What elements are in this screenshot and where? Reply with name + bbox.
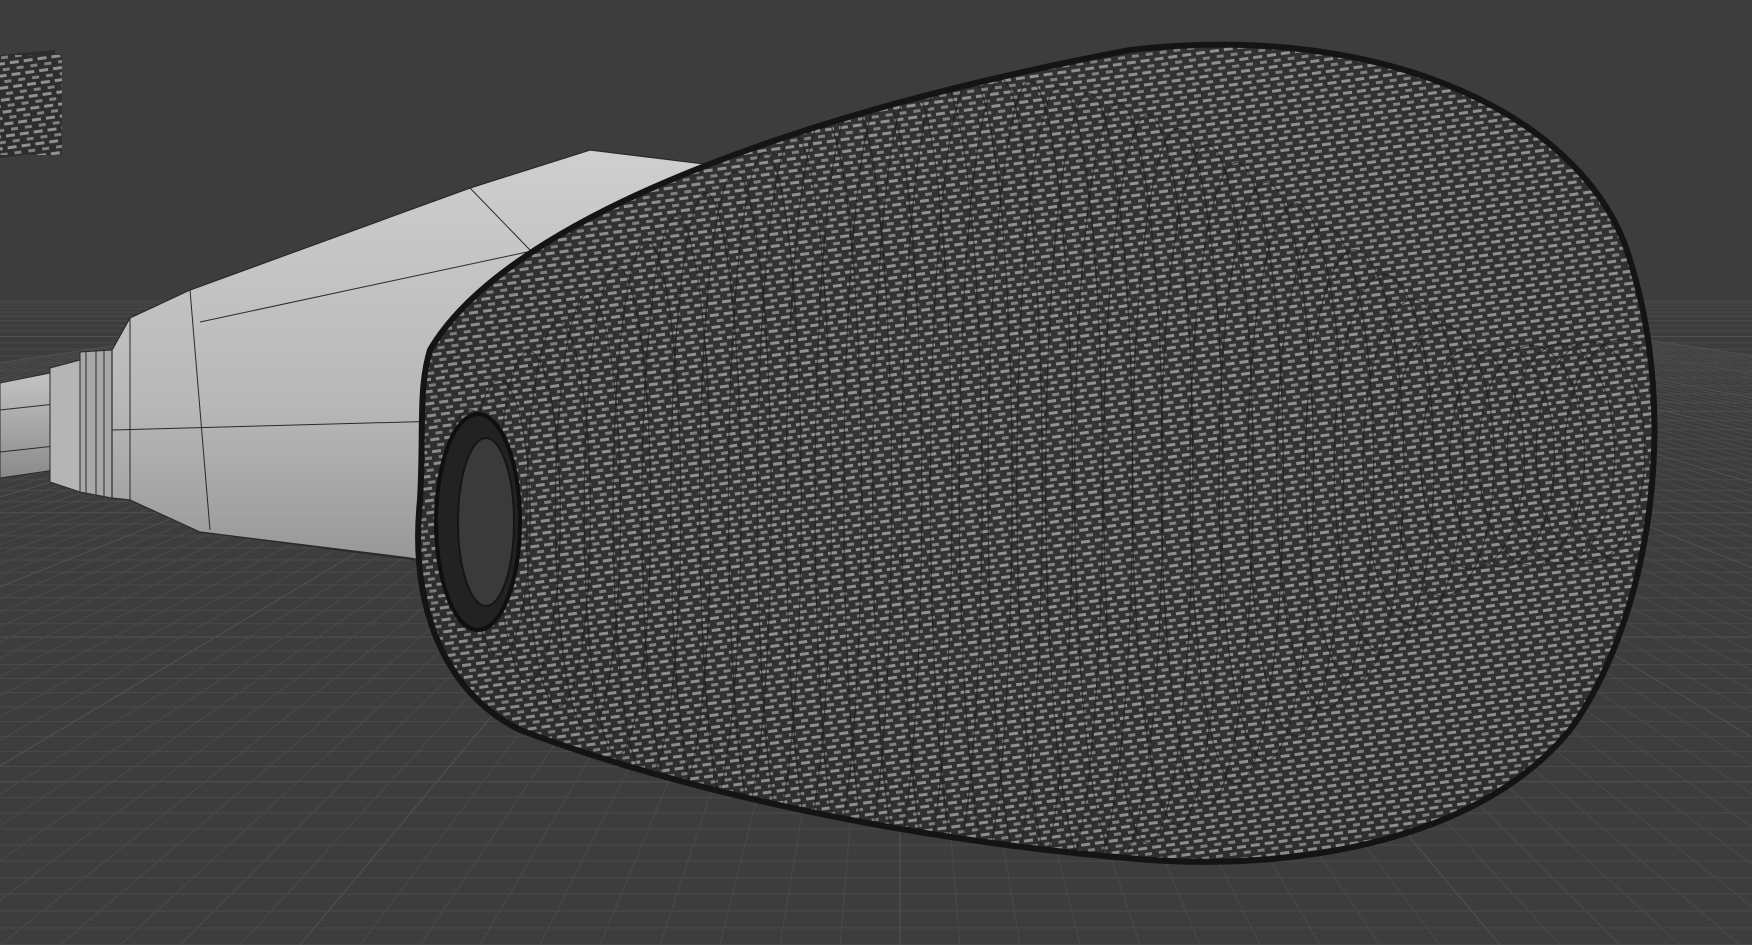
viewport-canvas[interactable] [0, 0, 1752, 945]
microphone-handle[interactable] [0, 349, 113, 499]
mesh-fragment[interactable] [0, 50, 62, 158]
3d-viewport[interactable] [0, 0, 1752, 945]
